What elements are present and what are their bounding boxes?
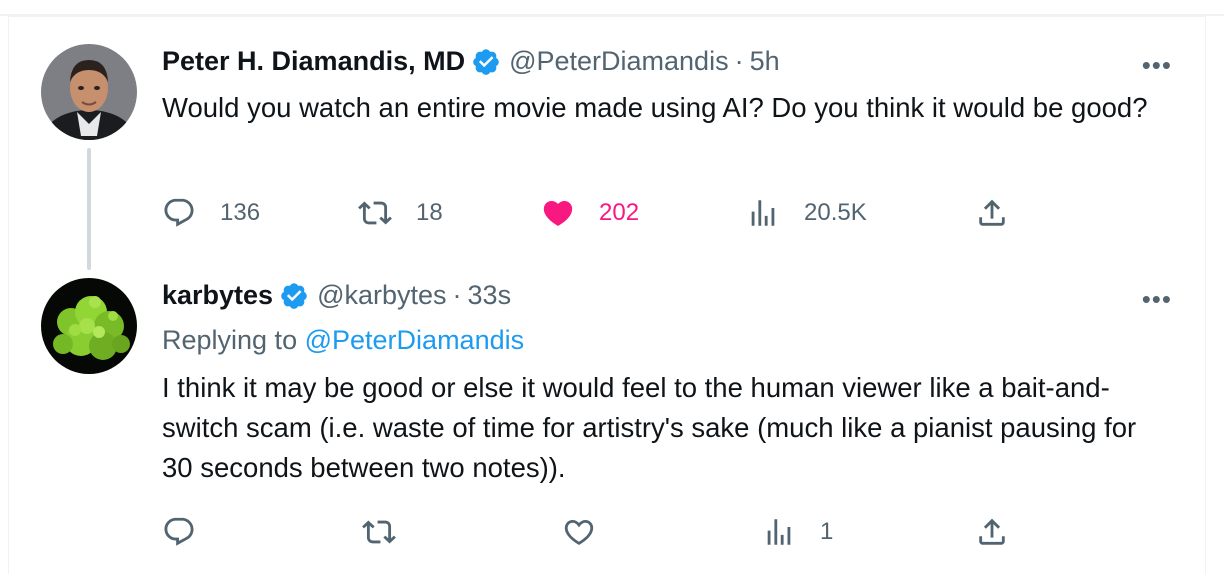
retweet-button[interactable]	[362, 515, 396, 549]
author-name[interactable]: karbytes	[162, 280, 273, 311]
heart-icon	[543, 200, 573, 226]
share-icon	[979, 518, 1005, 545]
like-button[interactable]: 202	[541, 196, 639, 230]
more-icon[interactable]: •••	[1142, 50, 1172, 81]
avatar-peter[interactable]	[41, 44, 137, 140]
retweet-icon	[358, 201, 392, 225]
tweet-header: karbytes @karbytes · 33s	[162, 280, 511, 311]
reply-icon	[164, 198, 194, 227]
replying-prefix: Replying to	[162, 325, 298, 355]
tweet-text: Would you watch an entire movie made usi…	[162, 92, 1148, 123]
timestamp[interactable]: 33s	[468, 280, 512, 311]
author-handle[interactable]: @karbytes	[317, 280, 446, 311]
views-icon	[751, 200, 775, 226]
reply-icon	[164, 517, 194, 546]
retweet-icon	[362, 520, 396, 544]
reply-count: 136	[220, 199, 261, 226]
tweet-text: I think it may be good or else it would …	[162, 372, 1137, 483]
views-button[interactable]: 20.5K	[746, 196, 867, 230]
verified-badge-icon	[281, 282, 307, 309]
views-button[interactable]: 1	[762, 515, 833, 549]
avatar-karbytes[interactable]	[41, 278, 137, 374]
author-handle[interactable]: @PeterDiamandis	[509, 46, 729, 77]
heart-icon	[564, 519, 594, 545]
retweet-count: 18	[416, 199, 443, 226]
more-icon[interactable]: •••	[1142, 284, 1172, 315]
timestamp[interactable]: 5h	[750, 46, 780, 77]
replying-handle-link[interactable]: @PeterDiamandis	[305, 325, 525, 355]
views-icon	[767, 519, 791, 545]
share-button[interactable]	[975, 515, 1009, 549]
retweet-button[interactable]: 18	[358, 196, 443, 230]
thread-connector	[87, 148, 91, 270]
verified-badge-icon	[473, 48, 499, 75]
reply-button[interactable]	[162, 515, 196, 549]
tweet-header: Peter H. Diamandis, MD @PeterDiamandis ·…	[162, 46, 780, 77]
replying-to: Replying to @PeterDiamandis	[162, 325, 524, 356]
separator-dot: ·	[452, 280, 462, 310]
separator-dot: ·	[734, 46, 744, 76]
reply-button[interactable]: 136	[162, 196, 260, 230]
like-count: 202	[599, 199, 640, 226]
timeline-top-border	[0, 0, 1224, 16]
like-button[interactable]	[562, 515, 596, 549]
share-button[interactable]	[975, 196, 1009, 230]
share-icon	[979, 199, 1005, 226]
views-count: 1	[820, 518, 834, 545]
views-count: 20.5K	[804, 199, 867, 226]
author-name[interactable]: Peter H. Diamandis, MD	[162, 46, 465, 77]
